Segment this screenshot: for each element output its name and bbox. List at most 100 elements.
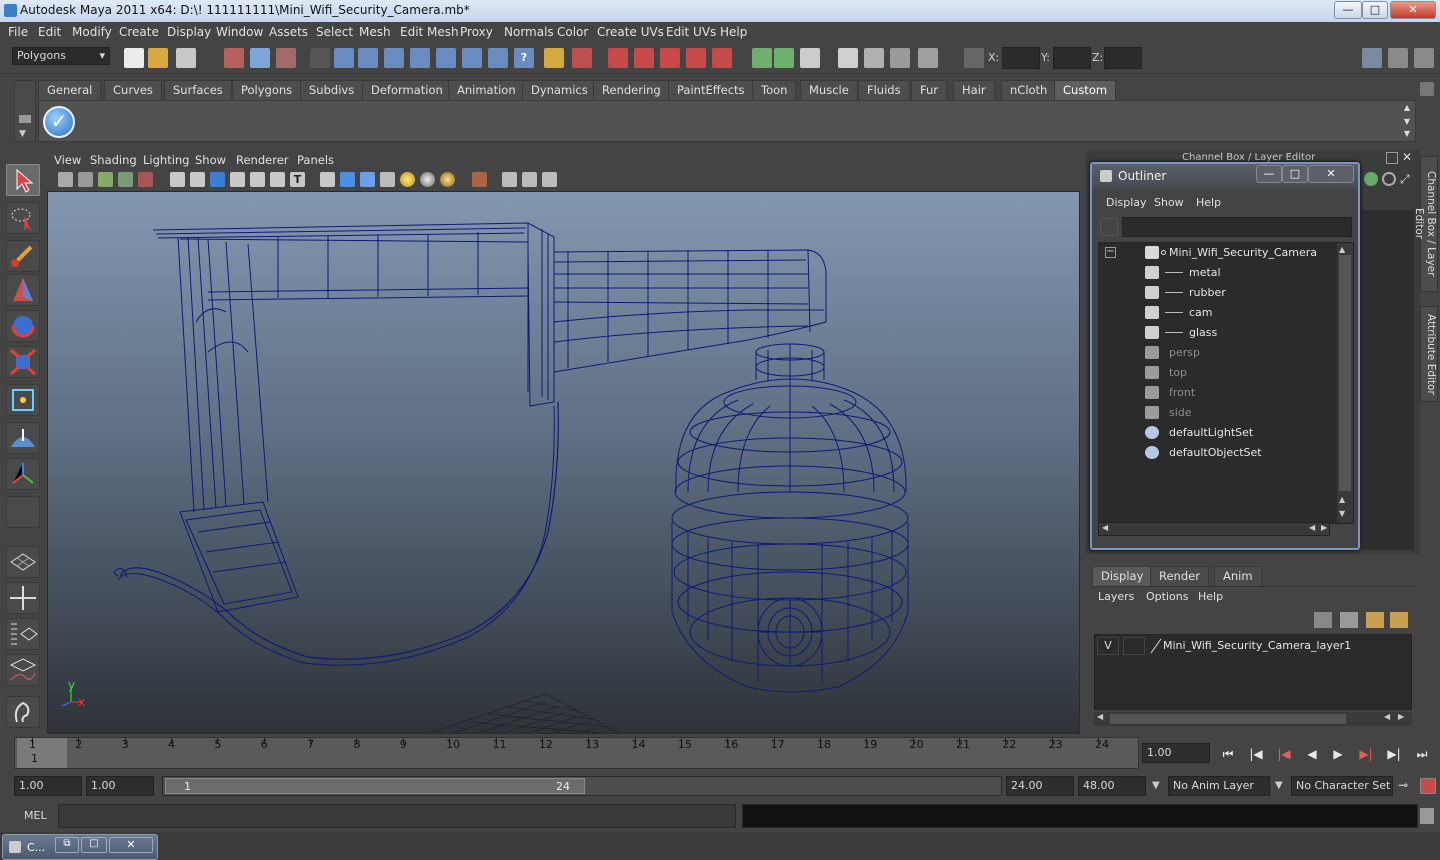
select-curve-icon[interactable] [384, 48, 404, 68]
outliner-minimize-button[interactable]: — [1256, 165, 1282, 183]
universal-manipulator-icon[interactable] [6, 384, 40, 416]
menu-create[interactable]: Create [119, 25, 159, 39]
shelf-tab-painteffects[interactable]: PaintEffects [668, 80, 754, 100]
step-back-key-icon[interactable]: |◀ [1274, 747, 1294, 763]
layer-visibility-toggle[interactable]: V [1097, 637, 1119, 655]
layer-menu-layers[interactable]: Layers [1098, 590, 1134, 603]
wireframe-on-shaded-icon[interactable] [360, 172, 375, 187]
scroll-page-left-icon[interactable]: ◀ [1309, 523, 1315, 532]
scroll-down-icon[interactable]: ▼ [1339, 509, 1345, 518]
attribute-editor-side-tab[interactable]: Attribute Editor [1420, 306, 1438, 402]
outliner-search-input[interactable] [1122, 217, 1352, 237]
new-layer-icon[interactable] [1366, 612, 1384, 628]
move-layer-down-icon[interactable] [1340, 612, 1358, 628]
high-quality-rendering-icon[interactable] [542, 172, 557, 187]
menu-file[interactable]: File [8, 25, 28, 39]
anim-layer-chevron-icon[interactable]: ▼ [1152, 780, 1160, 791]
rotate-tool-icon[interactable] [6, 310, 40, 342]
auto-key-icon[interactable]: ⊸ [1398, 778, 1414, 794]
layer-scroll-thumb[interactable] [1110, 714, 1346, 724]
layer-menu-options[interactable]: Options [1146, 590, 1188, 603]
step-back-frame-icon[interactable]: |◀ [1246, 747, 1266, 763]
last-tool-icon[interactable] [6, 496, 40, 528]
outliner-filter-icon[interactable] [1100, 218, 1118, 236]
character-set-chevron-icon[interactable]: ▼ [1275, 780, 1283, 791]
viewport-menu-view[interactable]: View [54, 153, 81, 167]
channel-edit-icon[interactable]: ⤢ [1400, 172, 1414, 186]
snap-view-plane-icon[interactable] [686, 48, 706, 68]
image-plane-icon[interactable] [118, 172, 133, 187]
anim-layer-dropdown[interactable]: No Anim Layer [1168, 776, 1270, 796]
four-view-layout-icon[interactable] [6, 582, 40, 614]
shelf-trash-icon[interactable] [1420, 82, 1434, 96]
panel-close-icon[interactable]: ✕ [1402, 150, 1412, 164]
outliner-close-button[interactable]: ✕ [1308, 165, 1354, 183]
start-time-field[interactable]: 1.00 [14, 776, 82, 796]
z-field[interactable] [1104, 47, 1142, 69]
outliner-h-scrollbar[interactable]: ◀ ◀ ▶ [1098, 522, 1330, 536]
menu-edit-mesh[interactable]: Edit Mesh [400, 25, 459, 39]
viewport-menu-shading[interactable]: Shading [90, 153, 137, 167]
shelf-tab-surfaces[interactable]: Surfaces [164, 80, 232, 100]
select-joint-icon[interactable] [358, 48, 378, 68]
render-settings-icon[interactable] [918, 48, 938, 68]
animation-preferences-icon[interactable] [1420, 778, 1436, 794]
step-forward-key-icon[interactable]: ▶| [1356, 747, 1376, 763]
select-handle-icon[interactable] [334, 48, 354, 68]
viewport-menu-renderer[interactable]: Renderer [236, 153, 289, 167]
output-ops-icon[interactable] [774, 48, 794, 68]
layer-menu-help[interactable]: Help [1198, 590, 1223, 603]
layer-tab-anim[interactable]: Anim [1214, 566, 1262, 586]
outliner-item[interactable]: defaultObjectSet [1099, 443, 1339, 463]
menu-select[interactable]: Select [316, 25, 353, 39]
go-to-end-icon[interactable]: ⏭ [1412, 747, 1432, 763]
outliner-item[interactable]: front [1099, 383, 1339, 403]
construction-history-icon[interactable] [800, 48, 820, 68]
lock-selection-icon[interactable] [544, 48, 564, 68]
show-manipulator-icon[interactable] [6, 458, 40, 490]
transform-input-icon[interactable] [964, 48, 984, 68]
menu-edit[interactable]: Edit [38, 25, 61, 39]
select-component-icon[interactable] [276, 48, 296, 68]
selection-mask-icon[interactable] [310, 48, 330, 68]
shelf-tab-deformation[interactable]: Deformation [362, 80, 452, 100]
highlight-selection-icon[interactable] [572, 48, 592, 68]
make-live-icon[interactable] [712, 48, 732, 68]
viewport-menu-lighting[interactable]: Lighting [143, 153, 189, 167]
select-surface-icon[interactable] [410, 48, 430, 68]
persp-outliner-layout-icon[interactable] [6, 618, 40, 650]
command-input[interactable] [58, 804, 736, 828]
shelf-tab-rendering[interactable]: Rendering [593, 80, 670, 100]
save-scene-icon[interactable] [176, 48, 196, 68]
shelf-options-icon[interactable]: ▼ [1401, 129, 1413, 141]
select-deformation-icon[interactable] [436, 48, 456, 68]
layer-tab-display[interactable]: Display [1092, 566, 1153, 586]
playback-start-field[interactable]: 1.00 [86, 776, 154, 796]
layer-scroll-left-icon[interactable]: ◀ [1097, 712, 1103, 721]
shelf-tab-curves[interactable]: Curves [104, 80, 162, 100]
play-backwards-icon[interactable]: ◀ [1302, 747, 1322, 763]
x-field[interactable] [1002, 47, 1040, 69]
snap-grid-icon[interactable] [608, 48, 628, 68]
outliner-menu-show[interactable]: Show [1154, 196, 1184, 209]
field-chart-icon[interactable] [250, 172, 265, 187]
shelf-tab-fur[interactable]: Fur [911, 80, 948, 100]
smooth-shading-icon[interactable] [340, 172, 355, 187]
outliner-item[interactable]: persp [1099, 343, 1339, 363]
menu-help[interactable]: Help [720, 25, 747, 39]
menu-set-dropdown[interactable]: Polygons ▾ [12, 47, 110, 65]
mel-label[interactable]: MEL [24, 809, 47, 822]
lasso-tool-icon[interactable] [6, 202, 40, 234]
outliner-maximize-button[interactable]: □ [1282, 165, 1308, 183]
shelf-tab-ncloth[interactable]: nCloth [1001, 80, 1057, 100]
shelf-tab-hair[interactable]: Hair [953, 80, 995, 100]
gate-mask-icon[interactable] [230, 172, 245, 187]
maximize-button[interactable]: □ [1362, 1, 1388, 19]
persp-graph-layout-icon[interactable] [6, 654, 40, 686]
outliner-item[interactable]: side [1099, 403, 1339, 423]
shelf-tab-polygons[interactable]: Polygons [232, 80, 302, 100]
script-editor-icon[interactable] [1420, 808, 1434, 824]
viewport-menu-panels[interactable]: Panels [297, 153, 334, 167]
menu-modify[interactable]: Modify [72, 25, 112, 39]
scroll-page-up-icon[interactable]: ▲ [1339, 495, 1345, 504]
